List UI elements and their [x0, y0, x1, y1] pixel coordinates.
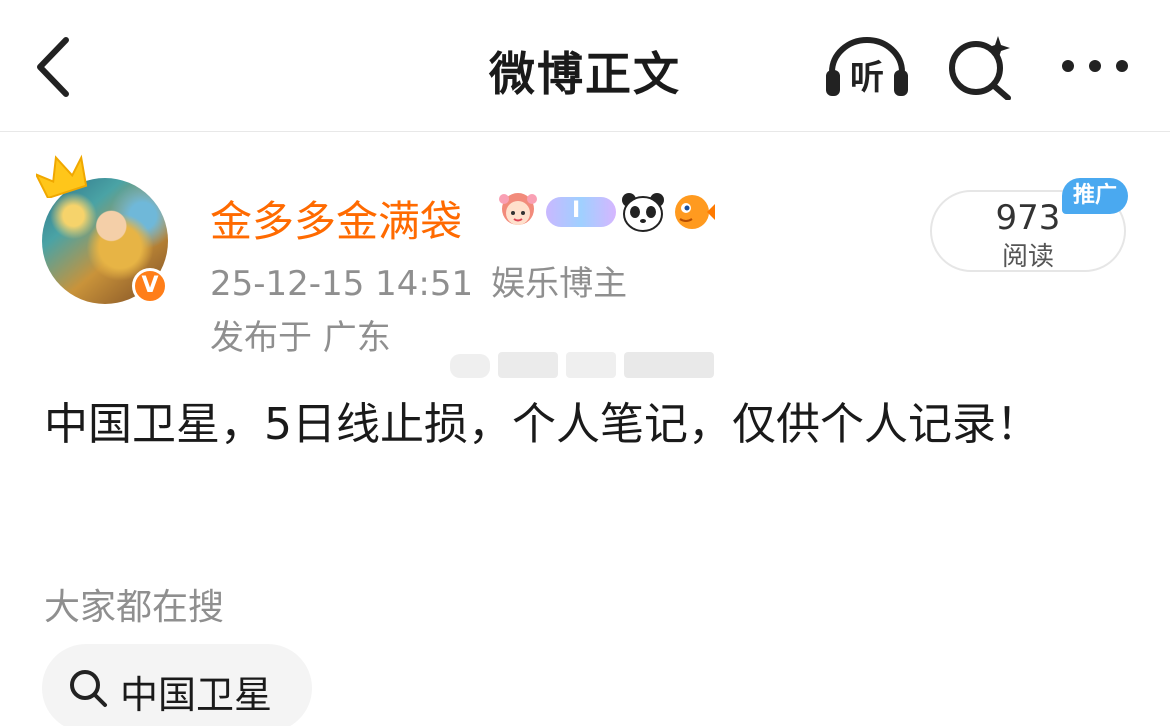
- listen-label: 听: [850, 58, 884, 98]
- blurred-watermark: [450, 352, 714, 378]
- girl-avatar-badge-icon[interactable]: [494, 191, 542, 233]
- author-avatar[interactable]: V: [36, 152, 176, 304]
- post-timestamp: 25-12-15 14:51: [210, 264, 474, 304]
- more-button[interactable]: [1058, 46, 1132, 86]
- top-nav-bar: 微博正文 听: [0, 0, 1170, 132]
- related-search-label: 大家都在搜: [44, 587, 225, 628]
- post-location: 发布于 广东: [210, 318, 391, 358]
- sparkle-search-icon: [949, 36, 1011, 101]
- listen-button[interactable]: 听: [824, 34, 910, 100]
- verified-badge-icon: V: [132, 268, 168, 304]
- related-search-chip-label: 中国卫星: [120, 673, 273, 717]
- related-search-chip[interactable]: 中国卫星: [42, 644, 312, 726]
- post-meta: 25-12-15 14:51 娱乐博主: [210, 256, 627, 305]
- pufferfish-badge-icon[interactable]: [670, 191, 716, 233]
- weibo-post-page: 微博正文 听 V 金多多金满袋 I 25-12-15 14:51 娱乐博主 发布…: [0, 0, 1170, 726]
- crown-icon: [36, 154, 88, 198]
- author-badges: I: [494, 190, 716, 234]
- panda-badge-icon[interactable]: [620, 191, 666, 233]
- level-badge-icon[interactable]: I: [546, 197, 616, 227]
- read-label: 阅读: [1001, 242, 1054, 272]
- post-content: 中国卫星，5日线止损，个人笔记，仅供个人记录！: [44, 399, 1040, 450]
- level-badge-label: I: [572, 198, 581, 223]
- post-source: 娱乐博主: [491, 264, 628, 304]
- author-name[interactable]: 金多多金满袋: [210, 188, 462, 249]
- search-icon: [70, 670, 107, 707]
- promo-tag[interactable]: 推广: [1062, 178, 1128, 214]
- search-button[interactable]: [946, 34, 1016, 101]
- more-dots-icon: [1062, 60, 1128, 72]
